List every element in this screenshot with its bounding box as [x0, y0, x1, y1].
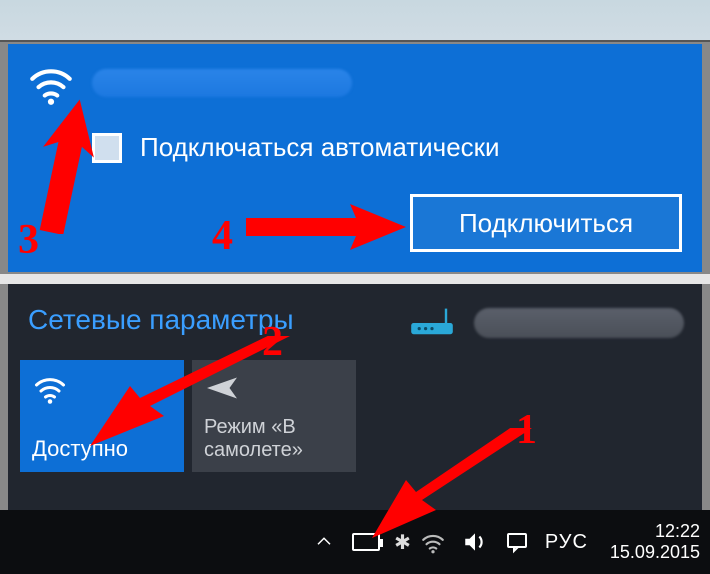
desktop-background-strip [0, 0, 710, 42]
wifi-network-flyout: Подключаться автоматически Подключиться [8, 44, 702, 272]
action-center-icon[interactable] [503, 528, 531, 556]
network-entry[interactable] [26, 58, 684, 108]
volume-icon[interactable] [461, 528, 489, 556]
clock-date: 15.09.2015 [610, 542, 700, 563]
wifi-signal-icon [26, 58, 76, 108]
airplane-mode-tile[interactable]: Режим «В самолете» [192, 360, 356, 472]
connect-button[interactable]: Подключиться [410, 194, 682, 252]
airplane-tile-label: Режим «В самолете» [204, 416, 344, 462]
auto-connect-checkbox[interactable] [92, 133, 122, 163]
router-icon [408, 306, 456, 340]
connect-button-label: Подключиться [459, 208, 633, 239]
router-name-redacted [474, 308, 684, 338]
battery-icon[interactable] [352, 528, 380, 556]
taskbar-clock[interactable]: 12:22 15.09.2015 [610, 521, 700, 562]
network-unavailable-asterisk: ✱ [394, 530, 411, 555]
tray-overflow-chevron-icon[interactable] [310, 528, 338, 556]
wifi-tile[interactable]: Доступно [20, 360, 184, 472]
clock-time: 12:22 [610, 521, 700, 542]
network-settings-panel: Сетевые параметры Доступно [8, 284, 702, 510]
network-ssid-redacted [92, 69, 352, 97]
taskbar: ✱ РУС 12:22 15.09.2015 [0, 510, 710, 574]
section-divider [0, 274, 710, 284]
wifi-tile-label: Доступно [32, 436, 172, 462]
airplane-icon [204, 370, 240, 406]
input-language-indicator[interactable]: РУС [545, 531, 588, 554]
auto-connect-label: Подключаться автоматически [140, 132, 500, 163]
connected-router-row[interactable] [408, 306, 684, 340]
network-tray-icon[interactable] [419, 528, 447, 556]
wifi-icon [32, 370, 68, 406]
